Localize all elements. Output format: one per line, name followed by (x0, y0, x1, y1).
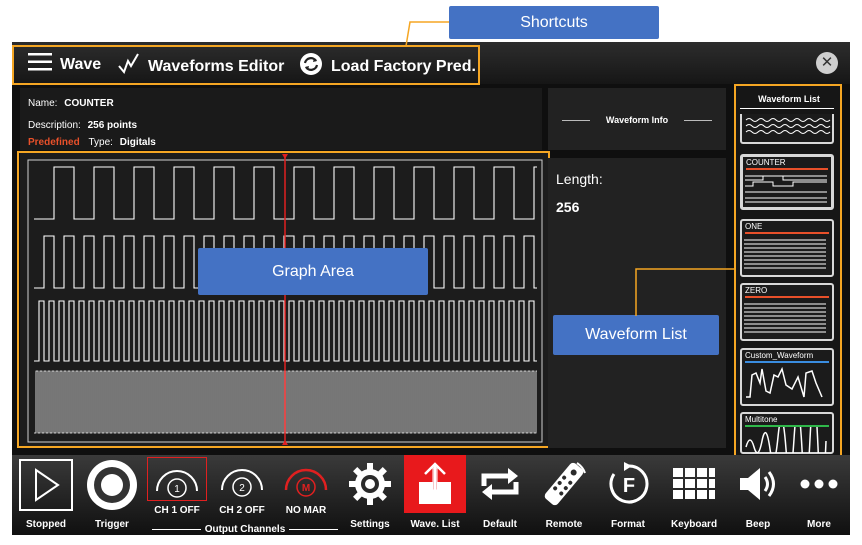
more-label: More (807, 519, 831, 530)
settings-label: Settings (350, 519, 390, 530)
remote-label: Remote (545, 519, 583, 530)
remote-button[interactable]: Remote (534, 455, 594, 535)
output-channels-group: Output Channels (152, 523, 338, 535)
marker-letter: M (302, 483, 310, 494)
shortcuts-callout: Shortcuts (449, 6, 659, 39)
ch2-number: 2 (239, 483, 245, 494)
keyboard-button[interactable]: Keyboard (662, 455, 726, 535)
type-value: Digitals (119, 137, 156, 148)
settings-button[interactable]: Settings (340, 455, 400, 535)
predefined-badge: Predefined (28, 137, 80, 148)
waveform-info-header: Waveform Info (548, 88, 726, 150)
beep-button[interactable]: Beep (728, 455, 788, 535)
length-value: 256 (556, 199, 580, 215)
length-label: Length: (556, 171, 603, 187)
channel-2-icon: 2 (214, 455, 270, 501)
stopped-button[interactable]: Stopped (16, 455, 76, 535)
format-label: Format (611, 519, 645, 530)
ch1-number: 1 (174, 484, 180, 495)
default-label: Default (483, 519, 517, 530)
format-letter: F (623, 475, 635, 497)
remote-control-icon (536, 455, 592, 513)
ch2-label: CH 2 OFF (219, 505, 265, 516)
stopped-label: Stopped (26, 519, 66, 530)
waveform-list-callout: Waveform List (553, 315, 719, 355)
play-icon (18, 455, 74, 513)
ch1-button[interactable]: 1 CH 1 OFF (146, 455, 208, 535)
format-icon: F (600, 455, 656, 513)
close-icon: ✕ (820, 54, 834, 71)
marker-icon: M (278, 455, 334, 501)
upload-icon (404, 455, 466, 513)
wave-list-label: Wave. List (410, 519, 460, 530)
speaker-icon (730, 455, 786, 513)
more-icon (791, 455, 847, 513)
description-label: Description: (28, 120, 81, 131)
close-button[interactable]: ✕ (816, 52, 838, 74)
keyboard-label: Keyboard (670, 519, 718, 530)
more-button[interactable]: More (790, 455, 848, 535)
name-label: Name: (28, 98, 58, 109)
trigger-button[interactable]: Trigger (82, 455, 142, 535)
waveform-list-connector (635, 268, 734, 316)
waveform-list-highlight (734, 84, 842, 458)
gear-icon (342, 455, 398, 513)
wave-list-button[interactable]: Wave. List (404, 455, 466, 535)
trigger-label: Trigger (95, 519, 129, 530)
ch1-label: CH 1 OFF (154, 505, 200, 516)
graph-area-highlight (17, 151, 550, 448)
name-value: COUNTER (64, 98, 114, 109)
default-button[interactable]: Default (470, 455, 530, 535)
graph-area-callout: Graph Area (198, 248, 428, 295)
description-value: 256 points (87, 120, 138, 131)
format-button[interactable]: F Format (598, 455, 658, 535)
record-icon (84, 455, 140, 513)
no-marker-label: NO MAR (285, 505, 327, 516)
beep-label: Beep (745, 519, 771, 530)
channel-1-icon: 1 (147, 457, 207, 501)
repeat-icon (472, 455, 528, 513)
shortcuts-highlight (12, 45, 480, 85)
waveform-details-panel: Name: COUNTER Description: 256 points Pr… (20, 88, 542, 150)
output-channels-label: Output Channels (204, 523, 286, 535)
type-label: Type: (88, 137, 113, 148)
keyboard-icon (666, 455, 722, 513)
